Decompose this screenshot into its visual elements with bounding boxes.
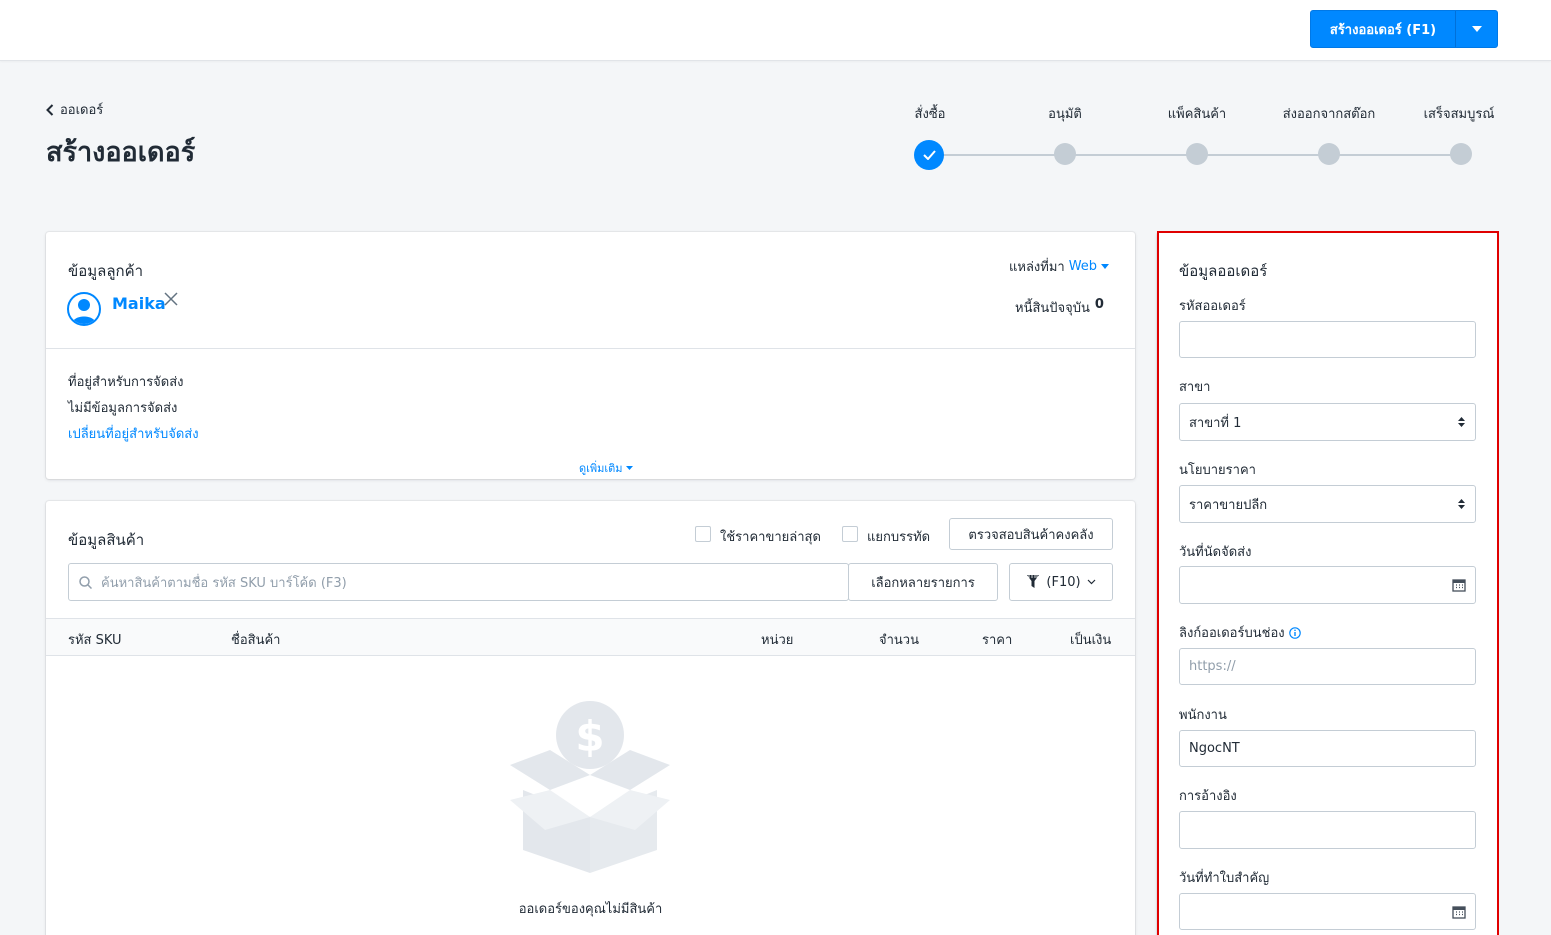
create-order-button-group: สร้างออเดอร์ (F1) xyxy=(1310,10,1498,48)
product-table-header xyxy=(46,618,1135,656)
branch-select[interactable]: สาขาที่ 1 xyxy=(1179,403,1476,441)
column-price: ราคา xyxy=(982,633,1013,648)
delivery-date-input[interactable] xyxy=(1179,566,1476,604)
debt-label: หนี้สินปัจจุบัน xyxy=(1015,301,1090,316)
order-code-input[interactable] xyxy=(1179,321,1476,358)
step-label-order: สั่งซื้อ xyxy=(914,107,946,122)
filter-label: (F10) xyxy=(1046,574,1081,590)
use-latest-price-label: ใช้ราคาขายล่าสุด xyxy=(720,530,821,545)
see-more-link[interactable]: ดูเพิ่มเติม xyxy=(579,459,633,477)
change-shipping-address-link[interactable]: เปลี่ยนที่อยู่สำหรับจัดส่ง xyxy=(68,423,199,444)
no-shipping-info: ไม่มีข้อมูลการจัดส่ง xyxy=(68,401,178,416)
debt-value: 0 xyxy=(1094,297,1104,312)
caret-down-icon xyxy=(625,466,633,470)
breadcrumb-label: ออเดอร์ xyxy=(60,103,104,118)
price-policy-value: ราคาขายปลีก xyxy=(1189,497,1268,513)
branch-value: สาขาที่ 1 xyxy=(1189,415,1242,431)
customer-name[interactable]: Maika xyxy=(112,294,166,313)
create-order-button[interactable]: สร้างออเดอร์ (F1) xyxy=(1311,11,1456,47)
step-label-approve: อนุมัติ xyxy=(1048,107,1082,122)
channel-link-input[interactable]: https:// xyxy=(1179,648,1476,685)
price-policy-label: นโยบายราคา xyxy=(1179,463,1256,478)
issue-date-input[interactable] xyxy=(1179,893,1476,930)
step-dot-pack xyxy=(1186,143,1208,165)
customer-avatar xyxy=(67,292,101,326)
filter-icon xyxy=(1027,575,1040,588)
customer-card-title: ข้อมูลลูกค้า xyxy=(68,262,144,280)
select-arrows-icon xyxy=(1458,417,1465,427)
check-icon xyxy=(922,150,936,160)
staff-label: พนักงาน xyxy=(1179,708,1227,723)
info-icon[interactable] xyxy=(1288,626,1301,639)
close-icon xyxy=(164,292,178,306)
column-unit: หน่วย xyxy=(761,633,794,648)
reference-label: การอ้างอิง xyxy=(1179,789,1237,804)
search-icon xyxy=(79,576,92,589)
calendar-icon xyxy=(1452,905,1466,919)
search-placeholder: ค้นหาสินค้าตามชื่อ รหัส SKU บาร์โค้ด (F3… xyxy=(101,575,347,591)
channel-link-label: ลิงก์ออเดอร์บนช่อง xyxy=(1179,626,1285,641)
top-bar: สร้างออเดอร์ (F1) xyxy=(0,0,1551,61)
branch-label: สาขา xyxy=(1179,380,1211,395)
staff-input[interactable]: NgocNT xyxy=(1179,730,1476,767)
step-dot-complete xyxy=(1450,143,1472,165)
channel-link-placeholder: https:// xyxy=(1189,659,1236,674)
step-label-ship: ส่งออกจากสต๊อก xyxy=(1282,107,1376,122)
product-card-title: ข้อมูลสินค้า xyxy=(68,531,145,549)
column-product-name: ชื่อสินค้า xyxy=(231,633,281,648)
column-amount: เป็นเงิน xyxy=(1070,633,1112,648)
breadcrumb-back[interactable]: ออเดอร์ xyxy=(46,99,103,120)
column-quantity: จำนวน xyxy=(879,633,919,648)
user-icon xyxy=(72,299,96,324)
shipping-address-title: ที่อยู่สำหรับการจัดส่ง xyxy=(68,375,184,390)
caret-down-icon xyxy=(1101,264,1110,269)
source-label: แหล่งที่มา xyxy=(1009,260,1065,275)
step-label-pack: แพ็คสินค้า xyxy=(1167,107,1227,122)
step-dot-order xyxy=(914,140,944,170)
use-latest-price-checkbox[interactable] xyxy=(695,526,711,542)
remove-customer-button[interactable] xyxy=(164,292,178,310)
column-sku: รหัส SKU xyxy=(68,633,122,648)
step-dot-approve xyxy=(1054,143,1076,165)
check-stock-button[interactable]: ตรวจสอบสินค้าคงคลัง xyxy=(949,518,1113,550)
channel-link-label-row: ลิงก์ออเดอร์บนช่อง xyxy=(1179,622,1301,643)
svg-text:$: $ xyxy=(575,712,604,761)
select-multiple-button[interactable]: เลือกหลายรายการ xyxy=(848,563,998,601)
delivery-date-label: วันที่นัดจัดส่ง xyxy=(1179,545,1252,560)
order-code-label: รหัสออเดอร์ xyxy=(1179,299,1246,314)
page-title: สร้างออเดอร์ xyxy=(46,137,196,168)
current-debt: หนี้สินปัจจุบัน 0 xyxy=(1015,297,1104,318)
caret-down-icon xyxy=(1471,26,1482,32)
price-policy-select[interactable]: ราคาขายปลีก xyxy=(1179,485,1476,523)
split-lines-checkbox[interactable] xyxy=(842,526,858,542)
source-value: Web xyxy=(1068,259,1098,274)
see-more-label: ดูเพิ่มเติม xyxy=(579,462,623,475)
chevron-left-icon xyxy=(46,103,54,116)
split-lines-label: แยกบรรทัด xyxy=(867,530,931,545)
source-selector[interactable]: แหล่งที่มา Web xyxy=(1009,256,1110,277)
step-dot-ship xyxy=(1318,143,1340,165)
filter-button[interactable]: (F10) xyxy=(1009,563,1113,601)
empty-box-icon: $ xyxy=(505,695,675,884)
issue-date-label: วันที่ทำใบสำคัญ xyxy=(1179,871,1270,886)
reference-input[interactable] xyxy=(1179,811,1476,849)
customer-card xyxy=(46,232,1135,479)
step-label-complete: เสร็จสมบูรณ์ xyxy=(1423,107,1495,122)
calendar-icon xyxy=(1452,579,1466,592)
empty-products-message: ออเดอร์ของคุณไม่มีสินค้า xyxy=(518,902,663,917)
chevron-down-icon xyxy=(1087,579,1096,585)
select-arrows-icon xyxy=(1458,499,1465,509)
create-order-dropdown-button[interactable] xyxy=(1456,11,1497,47)
order-info-title: ข้อมูลออเดอร์ xyxy=(1179,262,1268,280)
product-search-input[interactable]: ค้นหาสินค้าตามชื่อ รหัส SKU บาร์โค้ด (F3… xyxy=(68,563,849,601)
divider xyxy=(46,348,1135,349)
